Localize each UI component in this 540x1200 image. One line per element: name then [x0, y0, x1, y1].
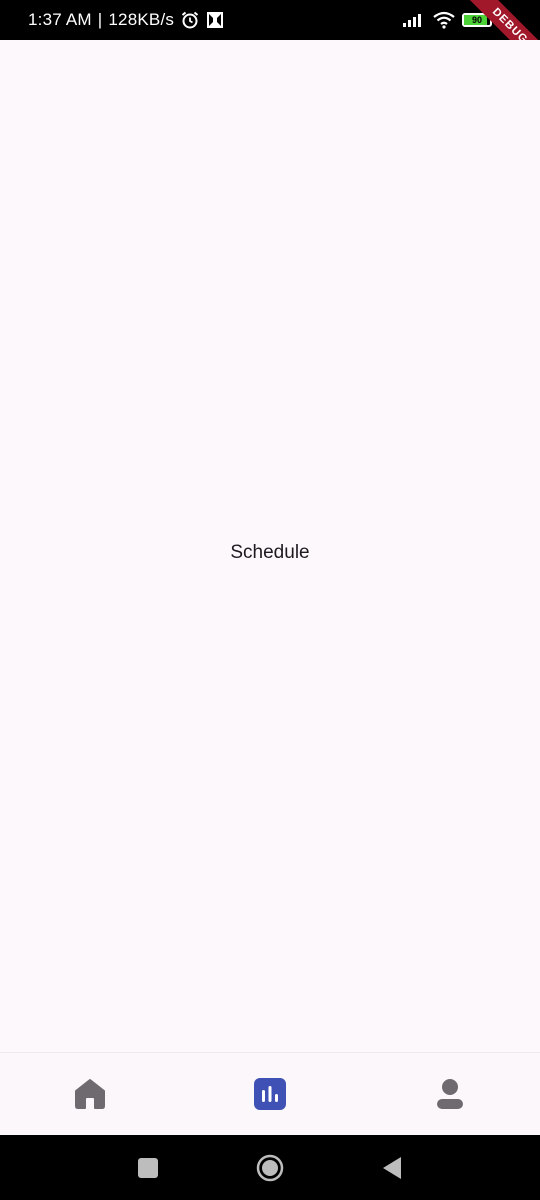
main-content: Schedule [0, 40, 540, 1052]
nav-item-profile[interactable] [360, 1053, 540, 1135]
bottom-navigation [0, 1052, 540, 1135]
nav-item-schedule[interactable] [180, 1053, 360, 1135]
battery-icon: 90 [462, 13, 496, 27]
status-time: 1:37 AM [28, 10, 92, 29]
status-right: 90 [402, 11, 512, 29]
recents-square-icon[interactable] [128, 1148, 168, 1188]
status-left: 1:37 AM | 128KB/s [28, 10, 224, 30]
status-bar: 1:37 AM | 128KB/s 90 [0, 0, 540, 40]
app-notification-icon [206, 11, 224, 29]
signal-icon [402, 12, 426, 28]
person-icon [435, 1077, 465, 1111]
battery-body: 90 [462, 13, 492, 27]
alarm-icon [180, 10, 200, 30]
battery-cap [493, 17, 496, 23]
back-triangle-icon[interactable] [372, 1148, 412, 1188]
home-circle-icon[interactable] [250, 1148, 290, 1188]
nav-item-home[interactable] [0, 1053, 180, 1135]
bar-chart-icon [254, 1078, 286, 1110]
charging-icon [502, 12, 512, 28]
page-title: Schedule [230, 542, 310, 563]
battery-level: 90 [471, 15, 482, 25]
status-separator: | [97, 10, 103, 29]
wifi-icon [432, 11, 456, 29]
home-icon [73, 1077, 107, 1111]
status-speed: 128KB/s [108, 10, 175, 29]
system-navigation-bar [0, 1135, 540, 1200]
